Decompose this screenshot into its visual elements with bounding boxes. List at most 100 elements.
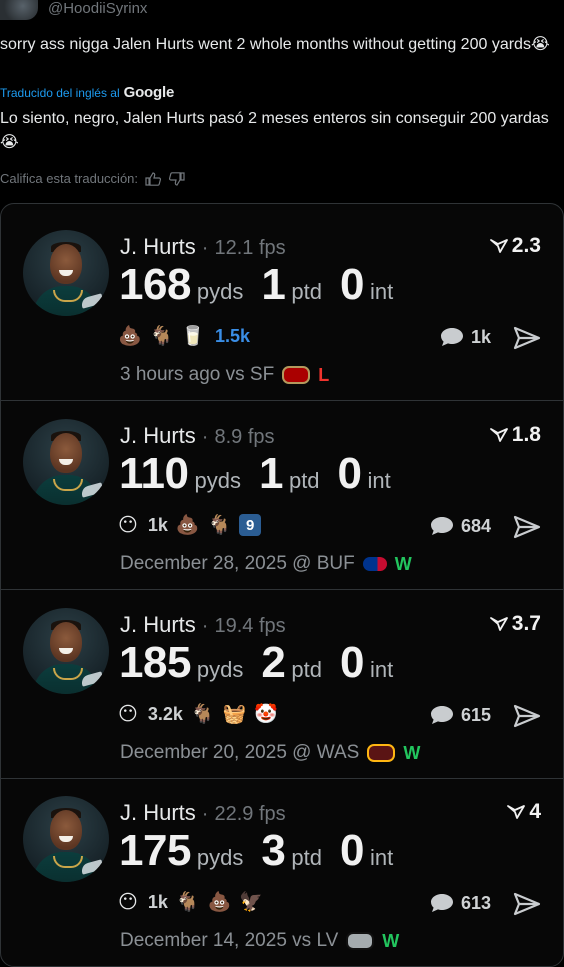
rating-icon	[489, 239, 508, 253]
basketball-hoop-icon[interactable]: 🧺	[223, 702, 247, 726]
author-avatar[interactable]	[0, 0, 38, 20]
player-title: J. Hurts · 22.9 fps	[120, 800, 286, 825]
reactions[interactable]: 😶 1k 💩 🐐 9	[118, 513, 262, 537]
send-icon[interactable]	[513, 704, 541, 728]
rating-value: 3.7	[511, 612, 541, 635]
goat-icon[interactable]: 🐐	[176, 890, 200, 914]
goat-icon[interactable]: 🐐	[150, 324, 174, 348]
game-meta: December 28, 2025 @ BUF W	[120, 553, 412, 575]
ptd-unit: ptd	[288, 468, 320, 493]
comment-icon	[430, 894, 453, 912]
game-meta: December 14, 2025 vs LV W	[120, 930, 399, 952]
pyds-unit: pyds	[196, 845, 244, 870]
author-handle[interactable]: @HoodiiSyrinx	[48, 0, 147, 17]
poop-icon[interactable]: 💩	[208, 890, 232, 914]
send-icon[interactable]	[513, 892, 541, 916]
reactions[interactable]: 😶 3.2k 🐐 🧺 🤡	[118, 702, 278, 726]
result-badge: W	[382, 930, 400, 951]
reaction-count: 1k	[147, 514, 168, 535]
rating-icon	[507, 805, 526, 819]
game-row[interactable]: J. Hurts · 12.1 fps 2.3 168 pyds 1 ptd 0 in…	[1, 212, 563, 401]
int-unit: int	[369, 845, 394, 870]
raiders-logo-icon	[346, 932, 375, 950]
milk-icon[interactable]: 🥛	[181, 324, 205, 348]
player-name: J. Hurts	[120, 423, 196, 448]
pyds-value: 168	[119, 260, 191, 309]
comment-button[interactable]: 1k	[439, 326, 491, 348]
pyds-unit: pyds	[196, 657, 244, 682]
fps-value: 19.4 fps	[214, 615, 286, 637]
thumbs-down-icon[interactable]	[168, 171, 186, 186]
game-meta: 3 hours ago vs SF L	[120, 364, 329, 386]
bills-logo-icon	[362, 557, 387, 571]
int-value: 0	[339, 260, 364, 309]
pyds-value: 110	[119, 449, 189, 498]
rating-value: 4	[529, 800, 541, 823]
player-avatar	[23, 419, 109, 505]
poop-icon[interactable]: 💩	[118, 324, 142, 348]
comment-icon	[440, 328, 463, 346]
clown-icon[interactable]: 🤡	[254, 702, 278, 726]
player-avatar	[23, 796, 109, 882]
game-date: December 28, 2025 @ BUF	[120, 553, 355, 574]
player-name: J. Hurts	[120, 234, 196, 259]
player-avatar	[23, 230, 109, 316]
player-title: J. Hurts · 12.1 fps	[120, 234, 286, 259]
rate-translation: Califica esta traducción:	[0, 171, 186, 186]
poop-icon[interactable]: 💩	[176, 513, 200, 537]
stat-line: 175 pyds 3 ptd 0 int	[119, 826, 411, 876]
comment-button[interactable]: 613	[429, 892, 491, 914]
translation-attribution: Traducido del inglés al Google	[0, 84, 174, 101]
result-badge: L	[318, 364, 330, 385]
comment-count: 613	[460, 892, 491, 913]
nine-badge-icon[interactable]: 9	[239, 514, 262, 536]
ptd-unit: ptd	[291, 845, 322, 870]
eagle-icon[interactable]: 🦅	[239, 890, 263, 914]
reaction-count: 1k	[147, 891, 168, 912]
reactions[interactable]: 💩 🐐 🥛 1.5k	[118, 324, 250, 348]
neutral-face-icon[interactable]: 😶	[118, 891, 138, 914]
pyds-value: 175	[119, 826, 191, 875]
stat-card: J. Hurts · 12.1 fps 2.3 168 pyds 1 ptd 0 in…	[0, 203, 564, 967]
pyds-unit: pyds	[194, 468, 241, 493]
player-title: J. Hurts · 8.9 fps	[120, 423, 275, 448]
reaction-count: 1.5k	[215, 325, 251, 346]
author-row[interactable]: @HoodiiSyrinx	[0, 0, 147, 20]
translated-by-label: Traducido del inglés al	[0, 85, 120, 100]
player-name: J. Hurts	[120, 800, 196, 825]
neutral-face-icon[interactable]: 😶	[118, 703, 138, 726]
neutral-face-icon[interactable]: 😶	[118, 514, 138, 537]
fps-value: 12.1 fps	[214, 237, 286, 259]
49ers-logo-icon	[282, 366, 311, 384]
goat-icon[interactable]: 🐐	[191, 702, 215, 726]
google-logo: Google	[123, 84, 175, 101]
reactions[interactable]: 😶 1k 🐐 💩 🦅	[118, 890, 263, 914]
stat-line: 110 pyds 1 ptd 0 int	[119, 449, 409, 499]
rating: 3.7	[489, 612, 541, 636]
stat-line: 168 pyds 1 ptd 0 int	[119, 260, 411, 310]
game-row[interactable]: J. Hurts · 22.9 fps 4 175 pyds 3 ptd 0 int …	[1, 778, 563, 966]
game-row[interactable]: J. Hurts · 8.9 fps 1.8 110 pyds 1 ptd 0 int…	[1, 401, 563, 590]
ptd-value: 2	[261, 638, 286, 687]
comment-count: 684	[460, 515, 491, 536]
game-meta: December 20, 2025 @ WAS W	[120, 742, 420, 764]
rating-value: 2.3	[511, 234, 541, 257]
goat-icon[interactable]: 🐐	[208, 513, 232, 537]
send-icon[interactable]	[513, 515, 541, 539]
comment-button[interactable]: 684	[429, 515, 491, 537]
comment-count: 1k	[470, 326, 491, 347]
send-icon[interactable]	[513, 326, 541, 350]
comment-icon	[430, 517, 453, 535]
commanders-logo-icon	[367, 744, 396, 762]
game-row[interactable]: J. Hurts · 19.4 fps 3.7 185 pyds 2 ptd 0 in…	[1, 590, 563, 779]
comment-button[interactable]: 615	[429, 704, 491, 726]
comment-count: 615	[460, 704, 491, 725]
tweet-translated-text: Lo siento, negro, Jalen Hurts pasó 2 mes…	[0, 110, 549, 151]
player-title: J. Hurts · 19.4 fps	[120, 612, 286, 637]
int-unit: int	[369, 657, 394, 682]
thumbs-up-icon[interactable]	[144, 171, 162, 186]
rate-translation-label: Califica esta traducción:	[0, 171, 139, 186]
game-date: 3 hours ago vs SF	[120, 364, 275, 385]
ptd-value: 3	[261, 826, 286, 875]
ptd-unit: ptd	[291, 657, 322, 682]
